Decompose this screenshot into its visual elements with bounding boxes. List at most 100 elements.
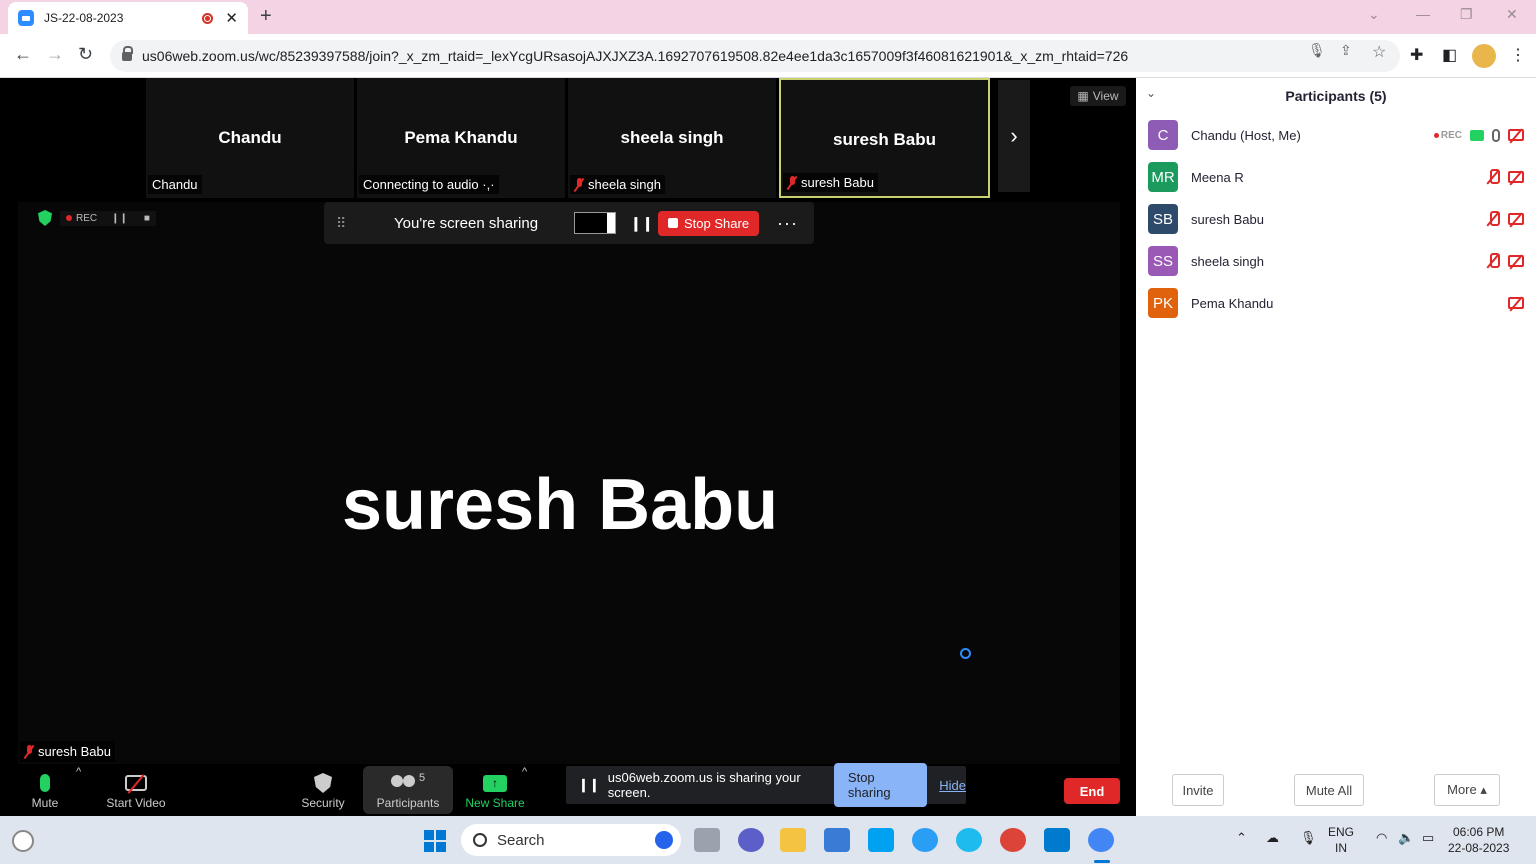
mysql-workbench-icon[interactable] — [868, 828, 894, 852]
end-meeting-button[interactable]: End — [1064, 778, 1120, 804]
volume-icon[interactable]: 🔈 — [1398, 830, 1414, 846]
stop-sharing-button[interactable]: Stop sharing — [833, 763, 928, 807]
tile-name: sheela singh — [620, 128, 724, 147]
onedrive-cloud-icon[interactable]: ☁ — [1266, 830, 1279, 846]
participant-tile[interactable]: sheela singh sheela singh — [568, 78, 776, 198]
speaker-label: suresh Babu — [20, 741, 115, 762]
microphone-permission-icon[interactable]: 🎙 — [1308, 42, 1326, 59]
stop-share-button[interactable]: Stop Share — [658, 210, 760, 236]
new-share-button[interactable]: ↑ New Share — [462, 766, 528, 814]
participant-tile[interactable]: Chandu Chandu — [146, 78, 354, 198]
teams-chat-icon[interactable] — [738, 828, 764, 852]
search-label: Search — [497, 831, 545, 849]
tile-label-text: suresh Babu — [801, 175, 874, 190]
start-video-button[interactable]: Start Video — [100, 766, 172, 814]
extensions-puzzle-icon[interactable]: ✚ — [1410, 45, 1423, 65]
participants-icon: 5 — [390, 770, 425, 796]
browser-tab[interactable]: JS-22-08-2023 ✕ — [8, 2, 248, 34]
pause-share-icon[interactable]: ❙❙ — [630, 215, 653, 232]
more-options-icon[interactable]: ··· — [777, 213, 798, 234]
side-panel-icon[interactable]: ◧ — [1442, 45, 1457, 65]
edge-browser-icon[interactable] — [956, 828, 982, 852]
invite-button[interactable]: Invite — [1172, 774, 1224, 806]
pause-recording-icon[interactable]: ❙❙ — [111, 213, 128, 224]
avatar: SS — [1148, 246, 1178, 276]
forward-icon[interactable]: → — [46, 44, 64, 65]
view-button[interactable]: ▦ View — [1070, 86, 1126, 106]
participant-tile[interactable]: Pema Khandu Connecting to audio ·,· — [357, 78, 565, 198]
drag-handle-icon[interactable]: ⠿ — [336, 215, 356, 232]
speaker-name-text: suresh Babu — [342, 465, 779, 545]
shared-screen-thumbnail[interactable] — [574, 212, 616, 234]
weather-widget-icon[interactable] — [12, 830, 34, 852]
mic-muted-icon — [1486, 169, 1500, 185]
url-text: us06web.zoom.us/wc/85239397588/join?_x_z… — [142, 48, 1129, 64]
tile-name: suresh Babu — [833, 130, 936, 149]
camera-off-icon — [1508, 297, 1524, 309]
microphone-tray-icon[interactable]: 🎙 — [1300, 830, 1317, 846]
close-tab-icon[interactable]: ✕ — [225, 9, 238, 27]
back-icon[interactable]: ← — [14, 44, 32, 65]
participant-status-icons — [1486, 253, 1524, 269]
bookmark-star-icon[interactable]: ☆ — [1372, 42, 1386, 62]
file-explorer-icon[interactable] — [780, 828, 806, 852]
input-language[interactable]: ENG IN — [1328, 824, 1354, 856]
avatar: MR — [1148, 162, 1178, 192]
mute-button[interactable]: Mute — [24, 766, 66, 814]
participant-name: Meena R — [1191, 169, 1244, 185]
wifi-icon[interactable]: ◠ — [1376, 830, 1387, 846]
show-hidden-icons-icon[interactable]: ⌃ — [1236, 830, 1247, 846]
reload-icon[interactable]: ↻ — [78, 44, 93, 65]
camera-off-icon — [1508, 255, 1524, 267]
address-bar[interactable]: us06web.zoom.us/wc/85239397588/join?_x_z… — [110, 40, 1400, 72]
loading-spinner-icon — [960, 648, 971, 659]
stop-icon — [668, 218, 678, 228]
tile-label: Connecting to audio ·,· — [359, 175, 499, 194]
taskbar-search[interactable]: Search — [461, 824, 681, 856]
app-icon[interactable] — [912, 828, 938, 852]
new-tab-button[interactable]: + — [260, 5, 272, 28]
share-options-caret-icon[interactable]: ^ — [522, 766, 527, 778]
tab-search-icon[interactable]: ⌄ — [1368, 6, 1380, 23]
mute-all-button[interactable]: Mute All — [1294, 774, 1364, 806]
participants-button[interactable]: 5 Participants — [363, 766, 453, 814]
security-button[interactable]: Security — [296, 766, 350, 814]
vscode-icon[interactable] — [1044, 828, 1070, 852]
audio-options-caret-icon[interactable]: ^ — [76, 766, 81, 778]
participant-tile-active[interactable]: suresh Babu suresh Babu — [779, 78, 990, 198]
participant-row[interactable]: PK Pema Khandu — [1136, 282, 1536, 324]
share-page-icon[interactable]: ⇪ — [1340, 42, 1352, 59]
minimize-window-icon[interactable]: — — [1416, 6, 1430, 22]
participant-row[interactable]: SS sheela singh — [1136, 240, 1536, 282]
participant-name: sheela singh — [1191, 253, 1264, 269]
start-video-label: Start Video — [106, 796, 166, 810]
more-button[interactable]: More ▴ — [1434, 774, 1500, 806]
lang-top: ENG — [1328, 825, 1355, 839]
avatar: C — [1148, 120, 1178, 150]
chrome-profile-icon[interactable] — [1000, 828, 1026, 852]
chrome-browser-icon[interactable] — [1088, 828, 1114, 852]
hide-link[interactable]: Hide — [939, 778, 966, 793]
sharing-status: You're screen sharing — [394, 214, 539, 232]
browser-menu-icon[interactable]: ⋮ — [1510, 45, 1526, 65]
next-page-arrow-icon[interactable]: › — [998, 80, 1030, 192]
start-windows-icon[interactable] — [424, 830, 446, 852]
avatar: PK — [1148, 288, 1178, 318]
battery-icon[interactable]: ▭ — [1422, 830, 1434, 846]
stop-recording-icon[interactable]: ■ — [144, 213, 150, 224]
profile-avatar[interactable] — [1472, 44, 1496, 68]
restore-window-icon[interactable]: ❐ — [1460, 6, 1473, 23]
search-icon — [473, 833, 487, 847]
microphone-icon[interactable] — [1492, 128, 1500, 142]
camera-off-icon[interactable] — [1508, 129, 1524, 141]
system-clock[interactable]: 06:06 PM 22-08-2023 — [1448, 824, 1509, 856]
chrome-sharing-notification: ❙❙ us06web.zoom.us is sharing your scree… — [566, 763, 966, 807]
participant-row[interactable]: MR Meena R — [1136, 156, 1536, 198]
participant-row[interactable]: C Chandu (Host, Me) REC — [1136, 114, 1536, 156]
participant-row[interactable]: SB suresh Babu — [1136, 198, 1536, 240]
screen-share-status-icon — [1470, 129, 1484, 141]
recording-status: REC ❙❙ ■ — [38, 210, 156, 226]
microsoft-store-icon[interactable] — [824, 828, 850, 852]
close-window-icon[interactable]: ✕ — [1506, 6, 1518, 23]
task-view-icon[interactable] — [694, 828, 720, 852]
